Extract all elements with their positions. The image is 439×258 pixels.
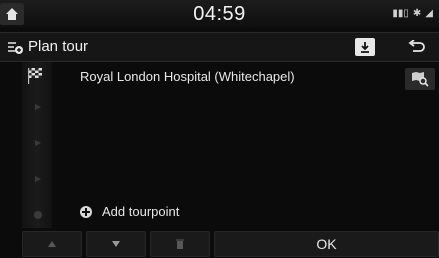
bluetooth-icon: ✱: [412, 8, 422, 19]
save-icon: [361, 42, 369, 53]
status-bar: 04:59 ▮▮▯ ✱ ◢: [0, 0, 439, 28]
route-dot-icon: [35, 140, 41, 146]
trash-icon: [176, 239, 184, 249]
route-dot-icon: [35, 104, 41, 110]
back-icon: [408, 40, 425, 52]
tour-list: Royal London Hospital (Whitechapel): [0, 62, 439, 228]
bottom-toolbar: OK: [22, 231, 439, 257]
back-button[interactable]: [397, 36, 437, 58]
add-tourpoint-label: Add tourpoint: [102, 204, 180, 219]
signal-icon: ◢: [425, 8, 433, 19]
screen: 04:59 ▮▮▯ ✱ ◢ Plan tour Royal London Hos…: [0, 0, 439, 258]
battery-icon: ▮▮▯: [392, 8, 409, 19]
page-title: Plan tour: [28, 38, 89, 55]
route-dot-icon: [35, 176, 41, 182]
title-bar: Plan tour: [0, 32, 439, 62]
move-up-button[interactable]: [22, 231, 82, 257]
ok-button[interactable]: OK: [214, 231, 439, 257]
destination-row[interactable]: Royal London Hospital (Whitechapel): [22, 62, 439, 92]
tour-icon: [8, 42, 23, 54]
plus-circle-icon: [80, 205, 92, 218]
start-point-icon: [34, 211, 42, 219]
clock: 04:59: [193, 3, 246, 25]
status-icons: ▮▮▯ ✱ ◢: [392, 8, 433, 19]
map-search-icon: [412, 72, 429, 87]
add-tourpoint-row[interactable]: Add tourpoint: [80, 204, 179, 219]
checkered-flag-icon: [28, 68, 42, 84]
destination-label: Royal London Hospital (Whitechapel): [80, 69, 295, 84]
move-down-button[interactable]: [86, 231, 146, 257]
save-button[interactable]: [355, 38, 375, 56]
arrow-down-icon: [112, 241, 120, 247]
delete-button[interactable]: [150, 231, 210, 257]
map-search-button[interactable]: [405, 68, 435, 90]
arrow-up-icon: [48, 241, 56, 247]
